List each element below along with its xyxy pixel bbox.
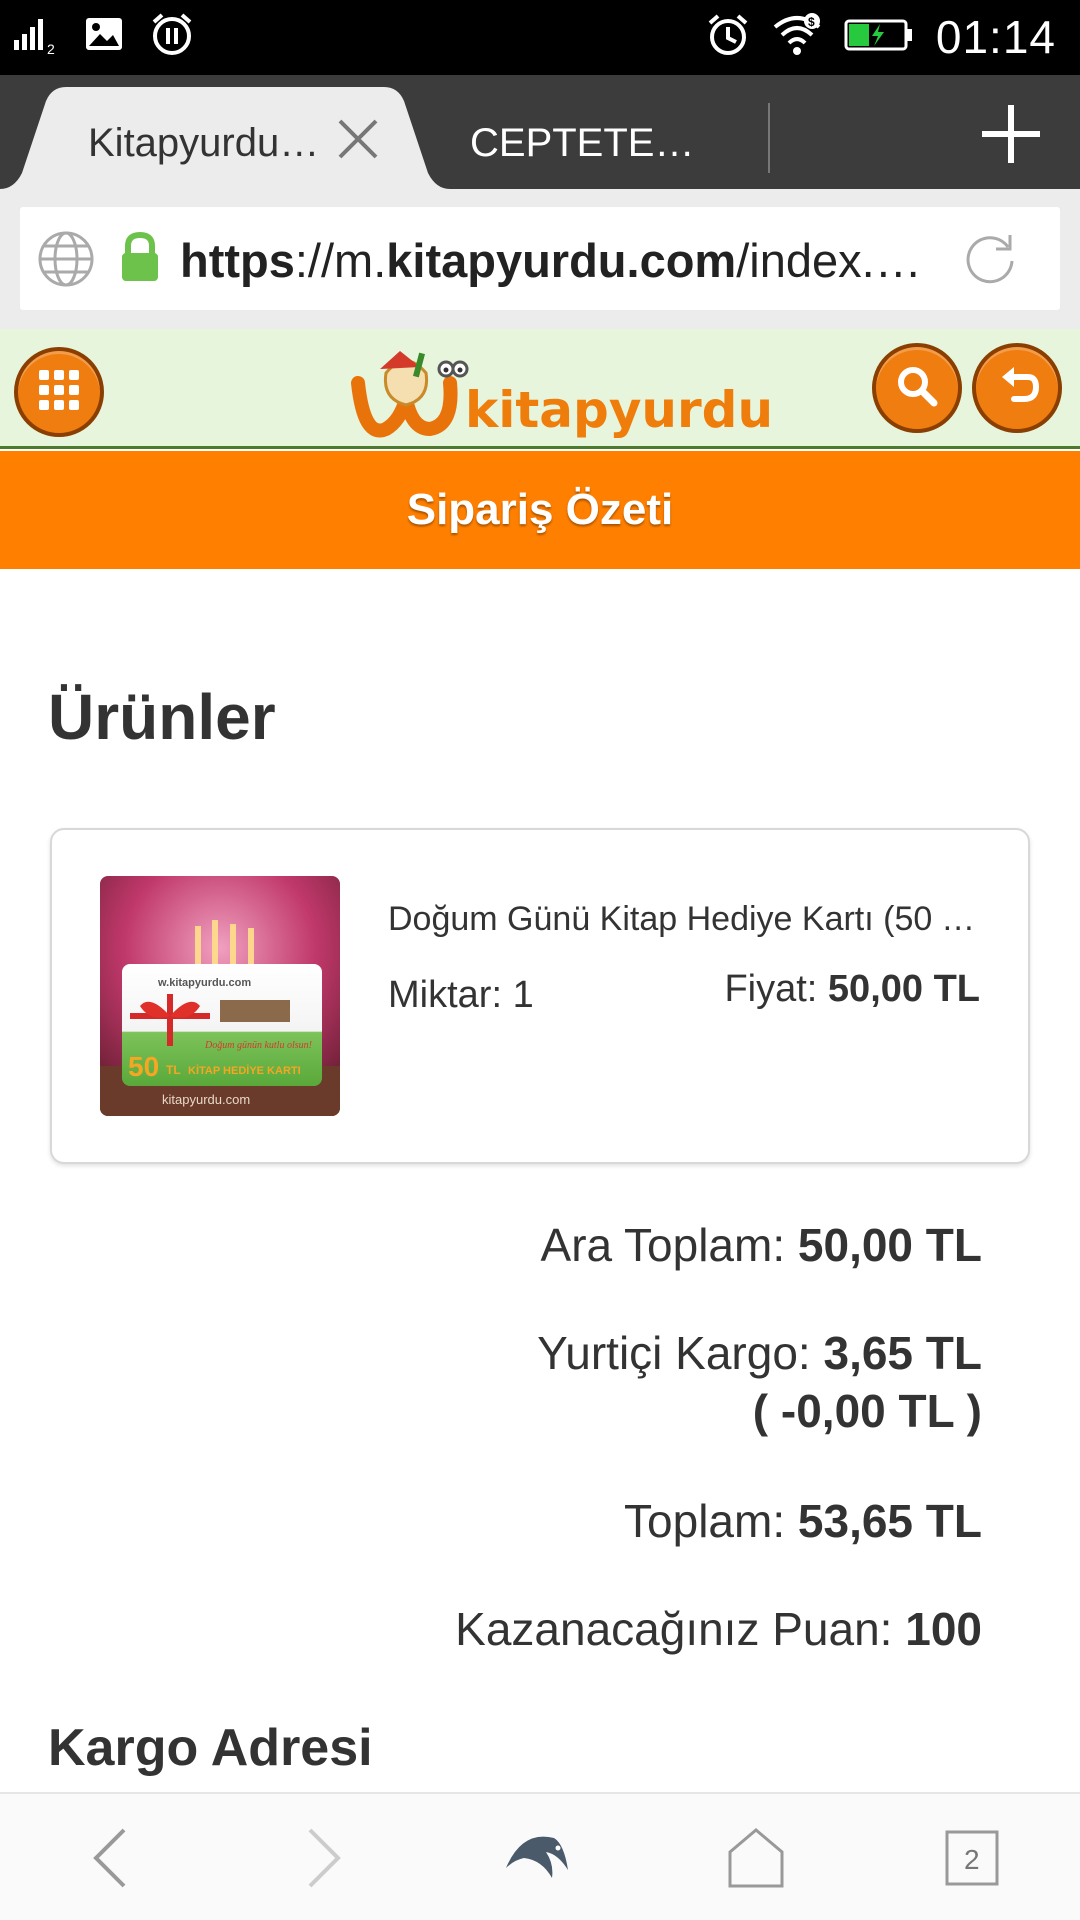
shipping-label: Yurtiçi Kargo: [537,1327,811,1379]
total-row: Toplam: 53,65 TL [624,1494,982,1548]
globe-icon[interactable] [36,229,96,294]
lock-icon [118,231,162,290]
back-button[interactable] [972,343,1062,433]
svg-text:KİTAP HEDİYE KARTI: KİTAP HEDİYE KARTI [188,1064,301,1077]
product-quantity: Miktar: 1 [388,974,534,1017]
kitapyurdu-logo[interactable]: kitapyurdu [350,343,773,443]
svg-text:2: 2 [964,1844,980,1875]
logo-mascot-icon [351,351,469,438]
browser-bottom-nav: 2 [0,1792,1080,1920]
tab-strip: Kitapyurdu Mobil Sipariş CEPTETEB Mobil [0,75,1080,189]
svg-text:$: $ [808,15,815,29]
site-header: kitapyurdu [0,329,1080,449]
clock: 01:14 [935,11,1056,63]
product-price: Fiyat: 50,00 TL [724,968,980,1011]
products-heading: Ürünler [48,681,276,753]
back-arrow-icon[interactable] [86,1824,136,1897]
subtotal-value: 50,00 TL [797,1219,982,1271]
svg-text:2: 2 [47,41,55,54]
search-button[interactable] [872,343,962,433]
dolphin-icon[interactable] [502,1824,572,1897]
price-label: Fiyat: [724,968,818,1010]
tab-divider [768,103,770,173]
subtotal-row: Ara Toplam: 50,00 TL [541,1218,982,1272]
menu-button[interactable] [14,347,104,437]
home-icon[interactable] [726,1824,786,1897]
shipping-value: 3,65 TL [823,1327,982,1379]
search-icon [894,363,940,414]
forward-arrow-icon[interactable] [298,1824,348,1897]
battery-charging-icon [844,18,914,57]
tabs-counter-icon[interactable]: 2 [942,1824,1002,1897]
page-title-bar: Sipariş Özeti [0,451,1080,569]
points-row: Kazanacağınız Puan: 100 [455,1602,982,1656]
address-bar[interactable]: https://m.kitapyurdu.com/index.php?route… [20,207,1060,310]
product-card[interactable]: w.kitapyurdu.com Doğum günün kutlu olsun… [50,828,1030,1164]
tab-title: Kitapyurdu Mobil Sipariş [88,121,328,165]
shipping-discount: ( -0,00 TL ) [752,1385,982,1437]
svg-text:w.kitapyurdu.com: w.kitapyurdu.com [157,977,251,989]
price-value: 50,00 TL [827,968,980,1010]
alarm-pause-icon [150,12,194,61]
total-label: Toplam: [624,1495,786,1547]
grid-icon [37,368,81,417]
tab-kitapyurdu[interactable]: Kitapyurdu Mobil Sipariş [0,87,450,189]
new-tab-icon[interactable] [978,101,1044,167]
total-value: 53,65 TL [797,1495,982,1547]
undo-arrow-icon [992,361,1042,416]
product-thumbnail[interactable]: w.kitapyurdu.com Doğum günün kutlu olsun… [100,876,340,1116]
wifi-icon: $ [772,12,822,62]
subtotal-label: Ara Toplam: [540,1219,786,1271]
close-icon[interactable] [334,115,382,163]
svg-text:TL: TL [166,1063,181,1077]
shipping-row: Yurtiçi Kargo: 3,65 TL [537,1326,982,1380]
quantity-value: 1 [512,974,534,1016]
url-text[interactable]: https://m.kitapyurdu.com/index.php?route… [180,233,935,288]
points-label: Kazanacağınız Puan: [455,1603,893,1655]
svg-text:Doğum günün kutlu olsun!: Doğum günün kutlu olsun! [204,1040,312,1051]
logo-text: kitapyurdu [465,381,774,439]
points-value: 100 [905,1603,982,1655]
page-title: Sipariş Özeti [406,485,674,534]
svg-text:kitapyurdu.com: kitapyurdu.com [162,1092,250,1107]
alarm-icon [706,13,750,62]
svg-text:50: 50 [128,1051,159,1082]
shipping-address-heading: Kargo Adresi [48,1719,373,1777]
quantity-label: Miktar: [388,974,502,1016]
image-icon [84,14,124,59]
product-name[interactable]: Doğum Günü Kitap Hediye Kartı (50 TL) [388,900,988,939]
address-bar-area: https://m.kitapyurdu.com/index.php?route… [0,189,1080,329]
signal-icon: 2 [14,14,58,59]
status-bar: 2 $ 01:14 [0,0,1080,75]
tab-cepteteb[interactable]: CEPTETEB Mobil [470,121,710,166]
reload-icon[interactable] [960,229,1020,294]
shipping-discount-row: ( -0,00 TL ) [753,1384,982,1438]
